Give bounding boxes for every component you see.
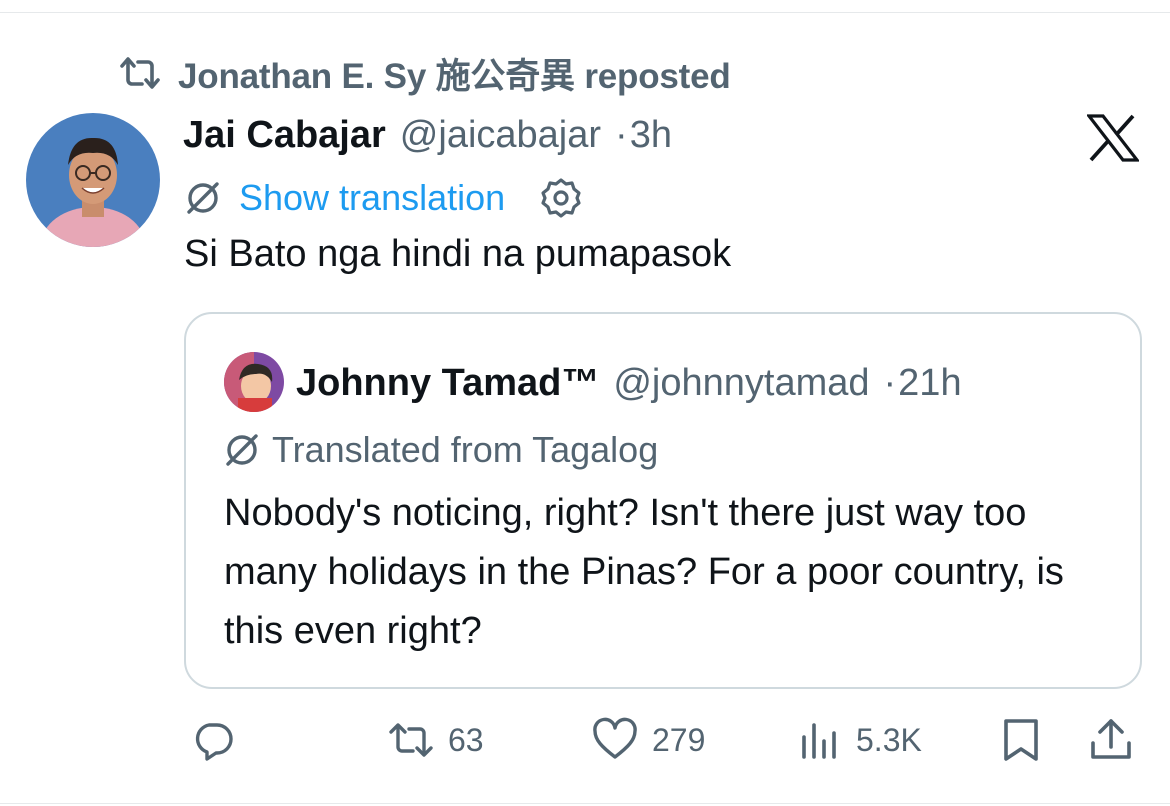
quote-text: Nobody's noticing, right? Isn't there ju…: [224, 492, 1064, 652]
reply-icon: [195, 723, 233, 761]
tweet-time[interactable]: 3h: [630, 114, 672, 157]
action-bar: 63 279 5.3K: [0, 712, 1170, 768]
quote-tweet-card[interactable]: Johnny Tamad™ @johnnytamad · 21h Transla…: [184, 312, 1142, 689]
repost-text: Jonathan E. Sy 施公奇異 reposted: [178, 56, 731, 96]
share-icon: [1091, 719, 1131, 759]
avatar[interactable]: [26, 113, 160, 247]
repost-icon: [389, 723, 433, 757]
quote-author-handle[interactable]: @johnnytamad: [613, 362, 869, 405]
like-count: 279: [652, 721, 706, 758]
bookmark-icon: [1004, 719, 1038, 761]
view-count: 5.3K: [856, 721, 922, 758]
repost-header[interactable]: Jonathan E. Sy 施公奇異 reposted: [118, 50, 731, 96]
quote-avatar[interactable]: [224, 352, 284, 412]
bookmark-button[interactable]: [998, 712, 1044, 768]
views-button[interactable]: 5.3K: [796, 712, 922, 768]
share-button[interactable]: [1088, 712, 1134, 768]
tweet-header: Jai Cabajar @jaicabajar · 3h: [183, 108, 672, 162]
reply-button[interactable]: [190, 712, 236, 768]
repost-icon: [120, 57, 160, 89]
quote-time[interactable]: 21h: [898, 362, 961, 405]
x-logo-icon: [1087, 114, 1139, 162]
author-handle[interactable]: @jaicabajar: [400, 114, 601, 157]
top-divider: [0, 12, 1170, 13]
separator-dot: ·: [615, 113, 628, 156]
like-button[interactable]: 279: [592, 712, 705, 768]
show-translation-link[interactable]: Show translation: [239, 177, 505, 219]
bottom-divider: [0, 803, 1170, 804]
gear-icon[interactable]: [539, 176, 583, 220]
analytics-icon: [802, 723, 836, 759]
translation-row: Show translation: [183, 172, 583, 224]
translated-from-text: Translated from Tagalog: [272, 429, 659, 470]
quote-author-name[interactable]: Johnny Tamad™: [296, 362, 599, 405]
tweet-text: Si Bato nga hindi na pumapasok: [184, 233, 732, 275]
repost-button[interactable]: 63: [388, 712, 484, 768]
author-name[interactable]: Jai Cabajar: [183, 114, 386, 157]
quote-header: Johnny Tamad™ @johnnytamad · 21h: [296, 356, 962, 410]
heart-icon: [593, 717, 637, 759]
translated-label: Translated from Tagalog: [222, 424, 658, 476]
translate-icon: [187, 182, 219, 214]
repost-count: 63: [448, 721, 484, 758]
separator-dot: ·: [883, 361, 897, 404]
translate-icon: [226, 434, 258, 466]
